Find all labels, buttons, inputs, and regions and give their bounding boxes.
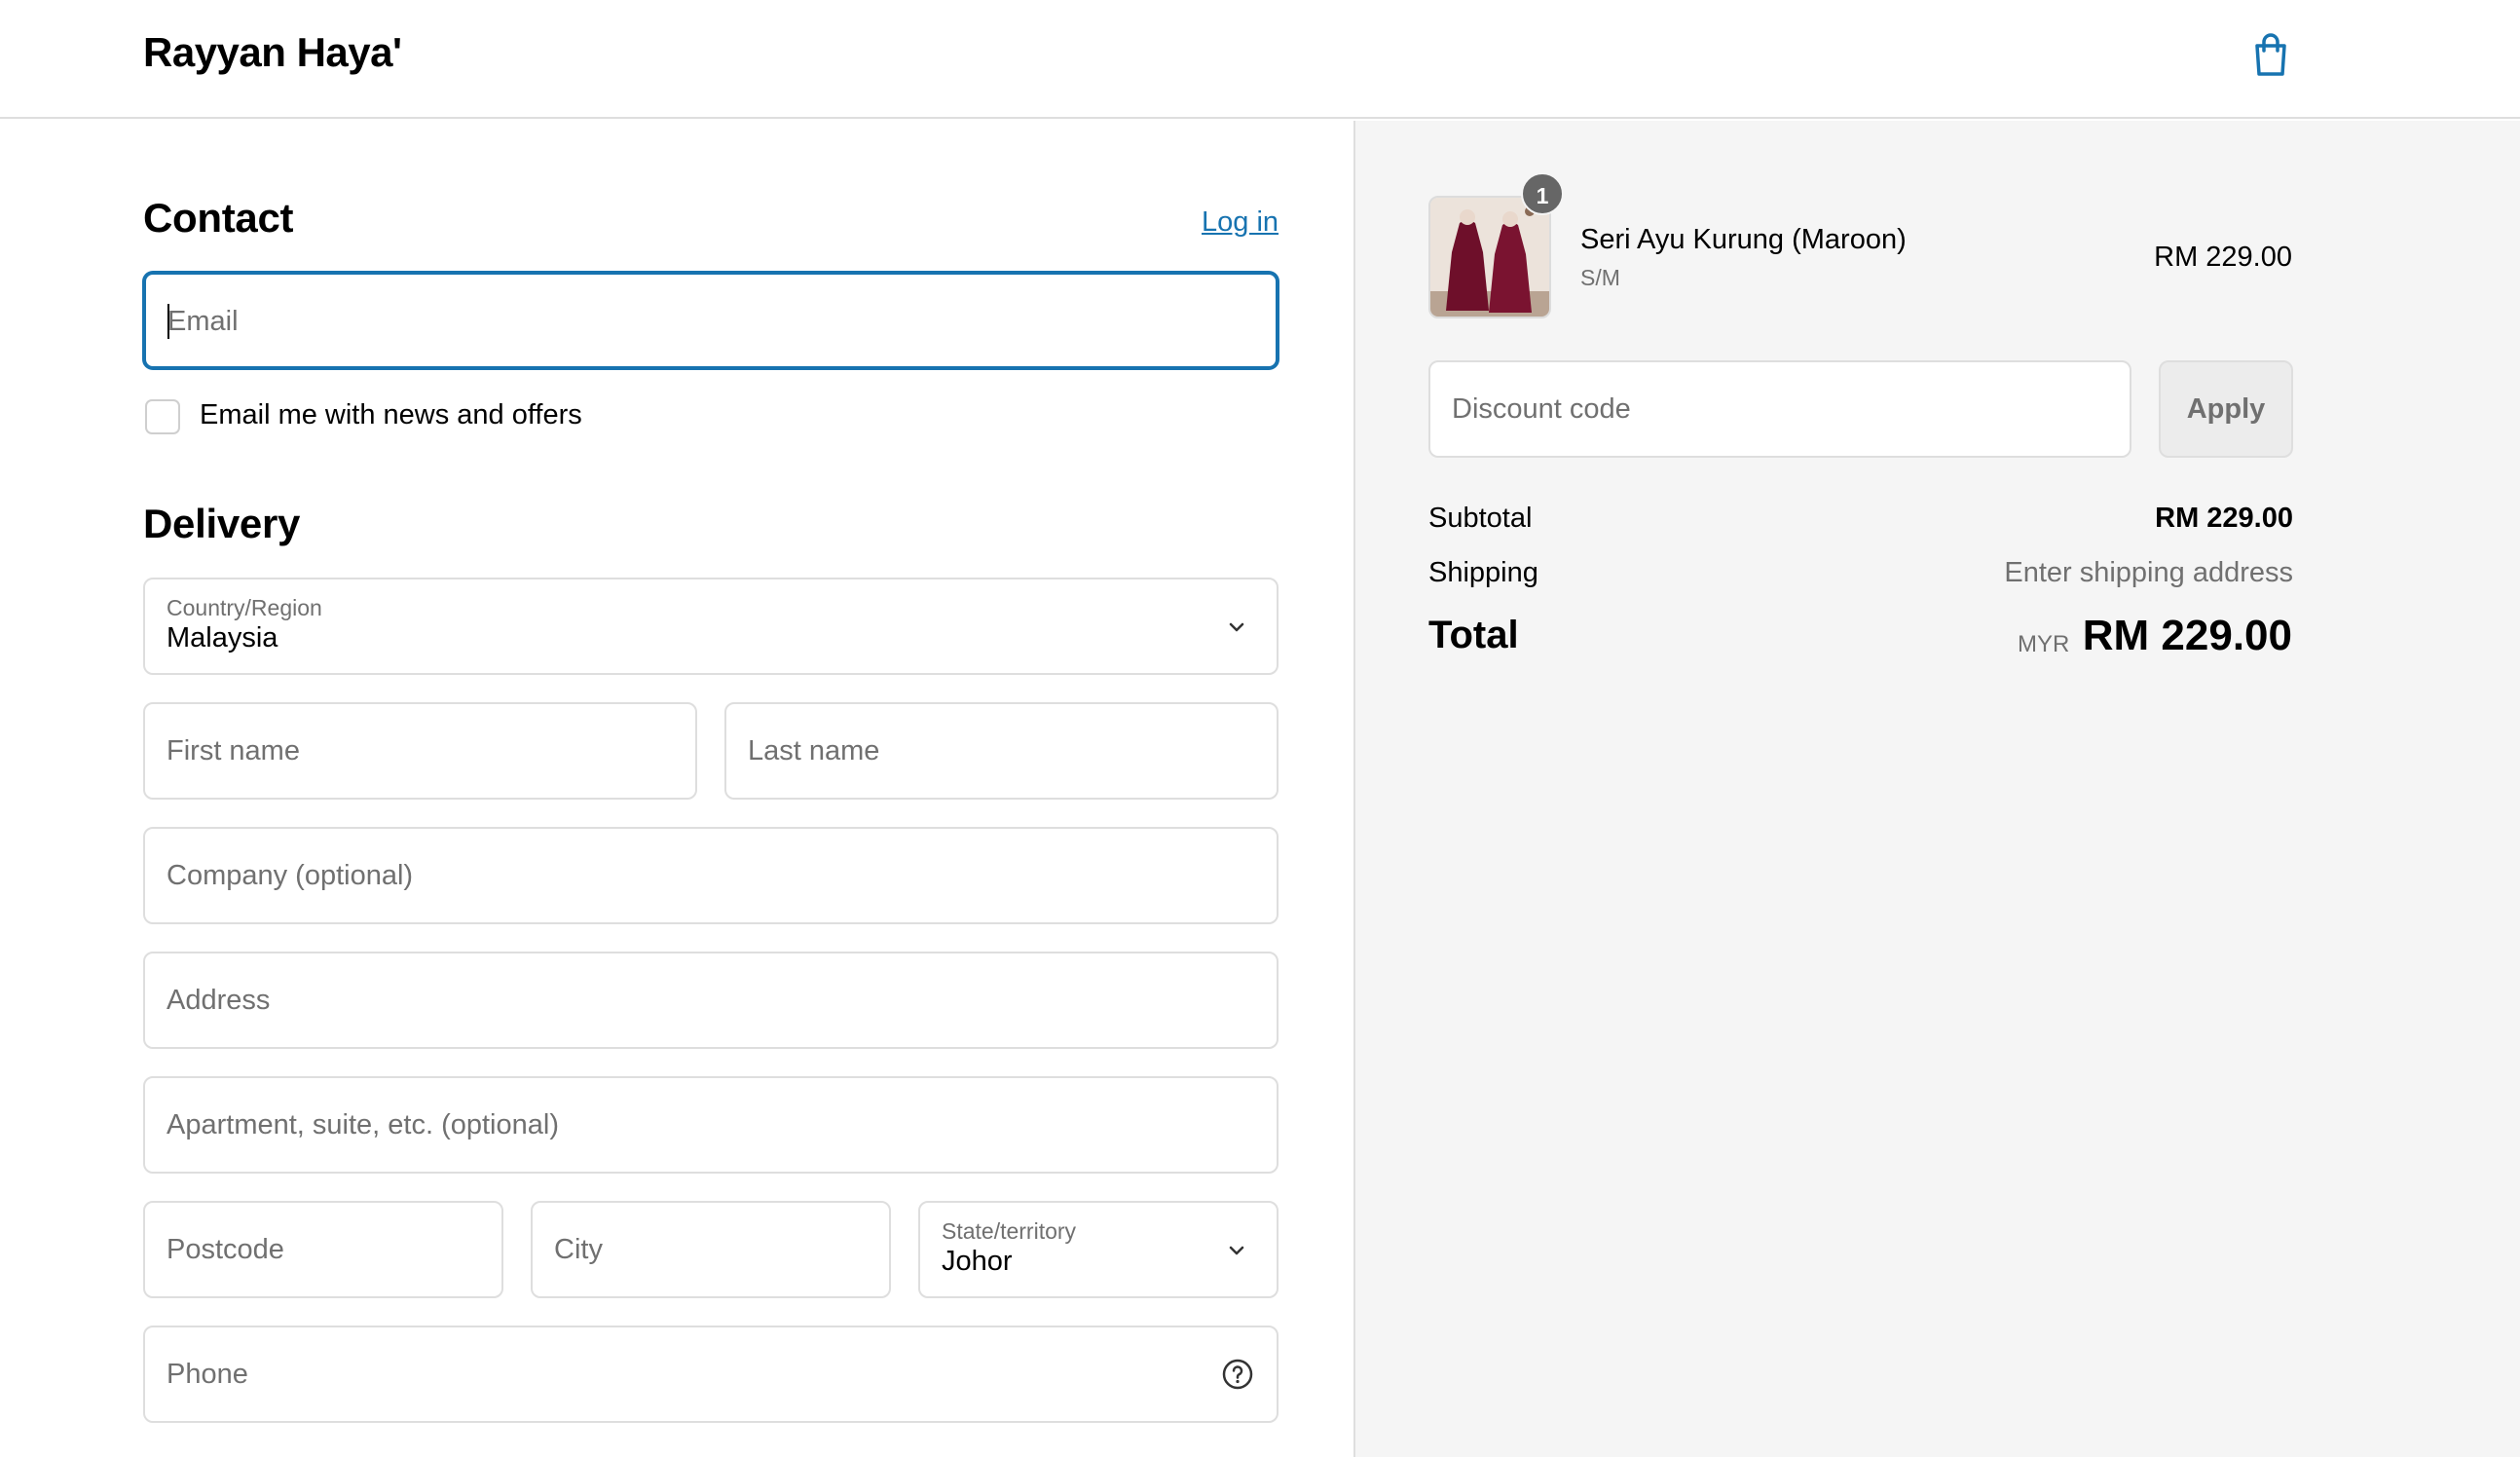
country-value: Malaysia [167,622,278,654]
first-name-field[interactable]: First name [143,702,697,800]
shipping-value: Enter shipping address [2004,557,2293,588]
delivery-heading: Delivery [143,501,301,546]
store-name[interactable]: Rayyan Haya' [143,29,402,76]
last-name-placeholder: Last name [748,735,880,766]
address-field[interactable]: Address [143,952,1279,1049]
text-cursor [167,304,169,339]
postcode-field[interactable]: Postcode [143,1201,503,1298]
discount-code-field[interactable]: Discount code [1428,360,2131,458]
product-name: Seri Ayu Kurung (Maroon) [1580,224,1907,255]
contact-heading: Contact [143,195,294,241]
email-field[interactable]: Email [143,272,1279,369]
total-label: Total [1428,614,1519,656]
company-field[interactable]: Company (optional) [143,827,1279,924]
login-link[interactable]: Log in [1202,206,1279,239]
total-value: RM 229.00 [2082,612,2292,659]
state-caption: State/territory [942,1218,1077,1244]
chevron-down-icon [1229,622,1244,632]
newsletter-label: Email me with news and offers [200,399,582,430]
newsletter-checkbox[interactable] [145,399,180,434]
product-thumbnail [1428,196,1551,318]
question-circle-icon[interactable] [1222,1359,1253,1390]
apartment-field[interactable]: Apartment, suite, etc. (optional) [143,1076,1279,1174]
product-image [1430,198,1549,317]
product-variant: S/M [1580,265,1620,290]
country-caption: Country/Region [167,595,322,620]
total-currency: MYR [2018,631,2070,657]
apply-discount-button[interactable]: Apply [2159,360,2293,458]
last-name-field[interactable]: Last name [724,702,1279,800]
company-placeholder: Company (optional) [167,860,414,891]
address-placeholder: Address [167,985,271,1016]
city-field[interactable]: City [531,1201,891,1298]
quantity-badge: 1 [1521,172,1564,215]
subtotal-row: Subtotal RM 229.00 [1428,503,2293,535]
country-select[interactable]: Country/Region Malaysia [143,578,1279,675]
first-name-placeholder: First name [167,735,300,766]
email-placeholder: Email [167,306,239,337]
header: Rayyan Haya' [0,0,2520,119]
chevron-down-icon [1229,1246,1244,1255]
order-summary-panel [1353,121,2520,1457]
city-placeholder: City [554,1234,603,1265]
phone-placeholder: Phone [167,1359,248,1390]
phone-field[interactable]: Phone [143,1326,1279,1423]
state-select[interactable]: State/territory Johor [918,1201,1279,1298]
product-price: RM 229.00 [2154,242,2292,273]
discount-placeholder: Discount code [1452,393,1631,425]
postcode-placeholder: Postcode [167,1234,284,1265]
state-value: Johor [942,1246,1013,1277]
subtotal-value: RM 229.00 [2155,503,2293,534]
apartment-placeholder: Apartment, suite, etc. (optional) [167,1109,559,1140]
subtotal-label: Subtotal [1428,503,1533,534]
shipping-row: Shipping Enter shipping address [1428,557,2293,589]
shopping-bag-icon[interactable] [2251,32,2290,77]
shipping-label: Shipping [1428,557,1538,588]
